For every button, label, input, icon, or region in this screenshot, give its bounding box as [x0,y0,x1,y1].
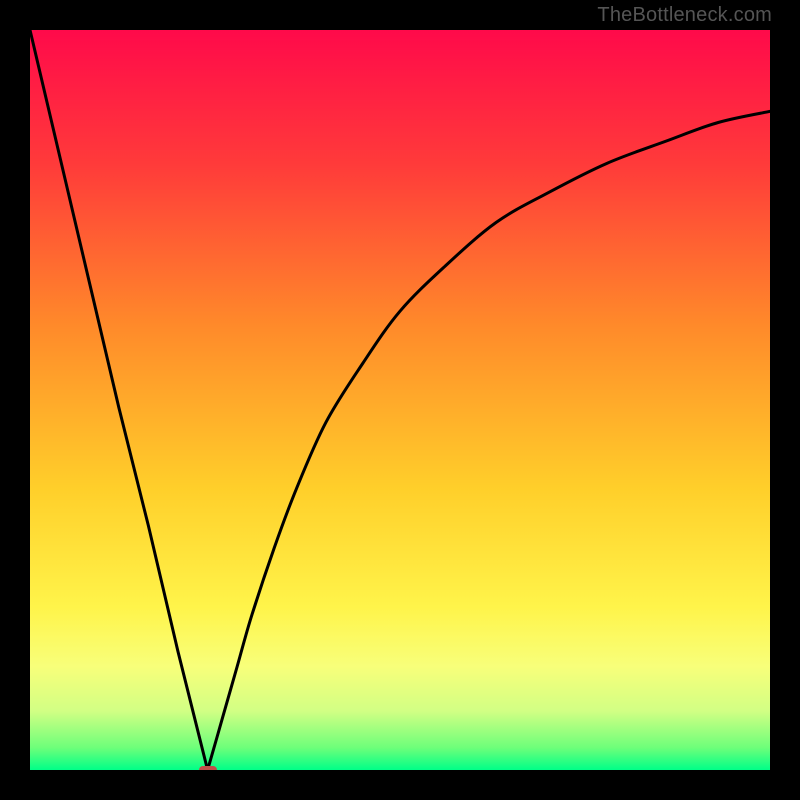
minimum-marker-icon [199,766,217,770]
bottleneck-curve [30,30,770,770]
chart-frame: TheBottleneck.com [0,0,800,800]
watermark-text: TheBottleneck.com [597,4,772,27]
plot-area [30,30,770,770]
